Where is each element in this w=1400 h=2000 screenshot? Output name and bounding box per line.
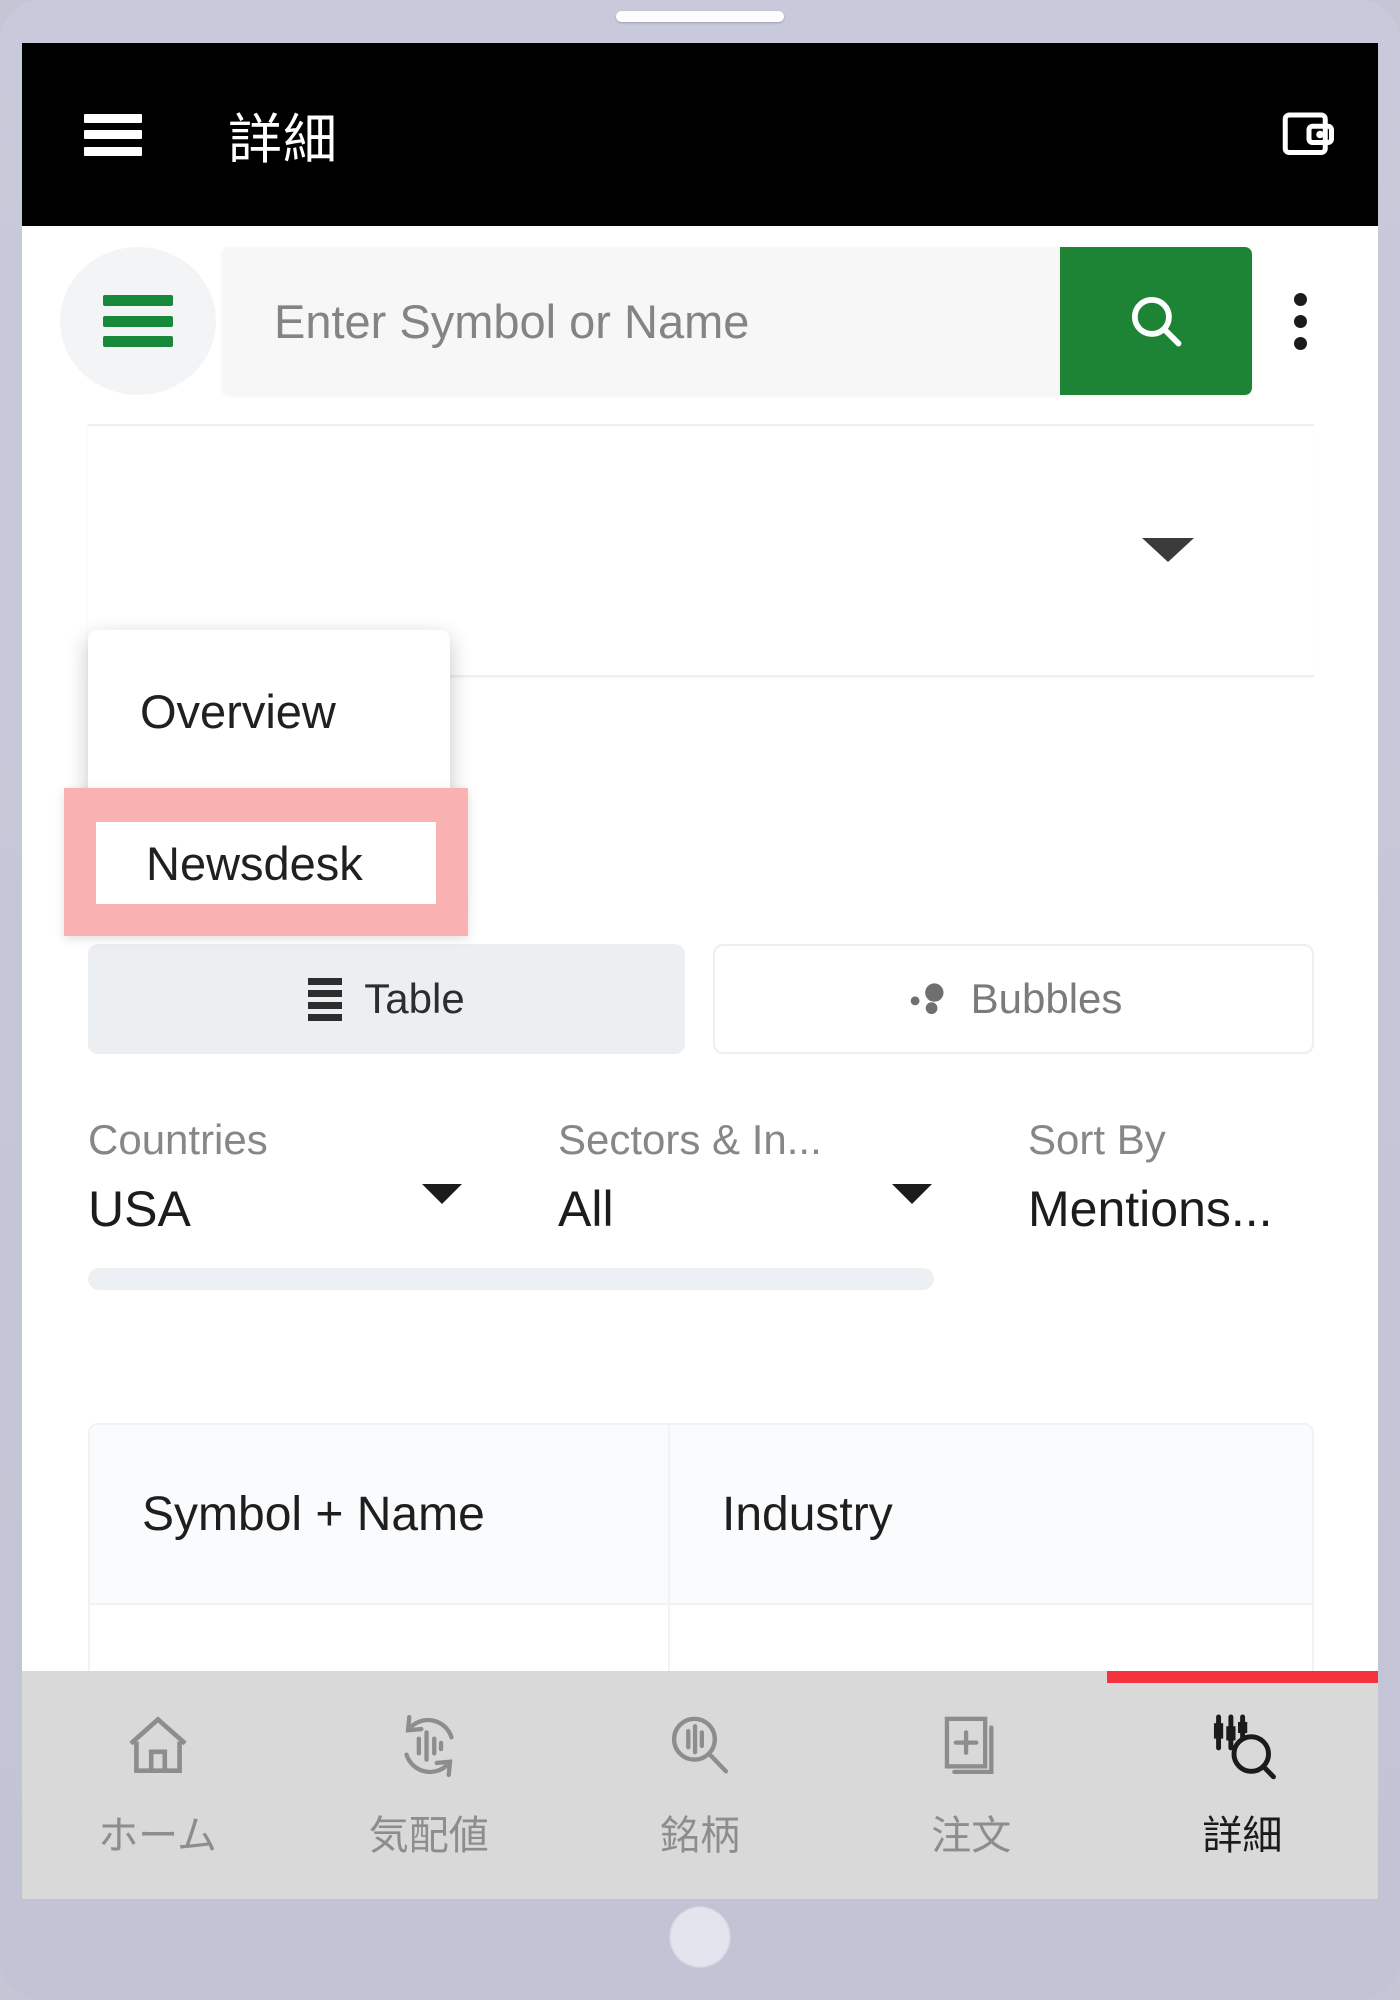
search-field-wrapper	[222, 247, 1252, 395]
wallet-icon[interactable]	[1276, 105, 1342, 165]
more-vertical-icon	[1293, 292, 1307, 306]
web-content: Overview Newsdesk Newsdesk Table	[22, 226, 1378, 1713]
device-speaker	[616, 11, 784, 22]
quotes-refresh-icon	[404, 1714, 454, 1778]
tab-bubbles-label: Bubbles	[970, 975, 1123, 1022]
filter-countries[interactable]: Countries USA	[88, 1116, 558, 1238]
bubbles-icon	[910, 983, 944, 1015]
view-mode-toggle: Table Bubbles	[88, 944, 1314, 1054]
bottom-navigation: ホーム 気配値 銘柄 注文 詳細	[22, 1671, 1378, 1899]
filter-sort-by-value: Mentions...	[1028, 1181, 1273, 1237]
column-header-symbol-name: Symbol + Name	[142, 1487, 485, 1541]
device-home-button[interactable]	[669, 1906, 731, 1968]
tab-table-label: Table	[364, 975, 465, 1022]
nav-item-quotes[interactable]: 気配値	[293, 1671, 564, 1899]
filter-sectors[interactable]: Sectors & In... All	[558, 1116, 1028, 1238]
column-header-industry: Industry	[722, 1487, 893, 1541]
detail-search-icon	[1214, 1714, 1277, 1780]
search-bar-row	[22, 226, 1378, 412]
home-icon	[128, 1716, 187, 1773]
tab-bubbles[interactable]: Bubbles	[713, 944, 1314, 1054]
hamburger-icon[interactable]	[84, 113, 142, 156]
nav-item-quotes-label: 気配値	[368, 1814, 489, 1858]
filter-sort-by-label: Sort By	[1028, 1116, 1166, 1163]
nav-item-symbols[interactable]: 銘柄	[564, 1671, 835, 1899]
site-menu-button[interactable]	[60, 247, 216, 395]
chevron-down-icon	[1142, 538, 1194, 562]
results-table: Symbol + Name Industry NVDA NVIDIA Corp …	[88, 1423, 1314, 1713]
nav-item-home-label: ホーム	[98, 1814, 217, 1858]
search-button[interactable]	[1060, 247, 1252, 395]
search-icon	[1131, 296, 1182, 347]
nav-item-home[interactable]: ホーム	[22, 1671, 293, 1899]
search-input[interactable]	[222, 247, 1060, 395]
menu-item-label: Newsdesk	[146, 836, 363, 890]
device-screen: 詳細 Enter Symbol or Name Overview Newsdes…	[22, 43, 1378, 1899]
chevron-down-icon	[892, 1184, 932, 1204]
filter-row: Countries USA Sectors & In... All Sort B…	[88, 1116, 1378, 1238]
more-options-button[interactable]	[1252, 292, 1348, 350]
filters-horizontal-scrollbar[interactable]	[88, 1268, 934, 1290]
filter-sectors-label: Sectors & In...	[558, 1116, 822, 1163]
menu-item-overview[interactable]: Overview	[88, 646, 450, 777]
hamburger-icon	[103, 295, 173, 347]
nav-item-symbols-label: 銘柄	[660, 1814, 740, 1858]
page-title: 詳細	[228, 110, 338, 170]
order-add-icon	[944, 1716, 994, 1775]
nav-item-detail-label: 詳細	[1202, 1814, 1283, 1858]
chevron-down-icon	[422, 1184, 462, 1204]
nav-item-order[interactable]: 注文	[836, 1671, 1107, 1899]
device-frame: 詳細 Enter Symbol or Name Overview Newsdes…	[0, 0, 1400, 2000]
tab-table[interactable]: Table	[88, 944, 685, 1054]
nav-item-detail[interactable]: 詳細	[1106, 1671, 1378, 1899]
filter-countries-label: Countries	[88, 1116, 268, 1163]
list-icon	[308, 977, 343, 1021]
menu-item-newsdesk-highlighted[interactable]: Newsdesk	[96, 822, 436, 904]
newsdesk-highlight-overlay: Newsdesk	[64, 788, 468, 936]
filter-sort-by[interactable]: Sort By Mentions...	[1028, 1116, 1378, 1238]
symbol-search-icon	[671, 1716, 729, 1774]
app-top-bar: 詳細	[22, 43, 1378, 226]
nav-item-order-label: 注文	[931, 1814, 1012, 1858]
table-header-row: Symbol + Name Industry	[90, 1425, 1312, 1603]
